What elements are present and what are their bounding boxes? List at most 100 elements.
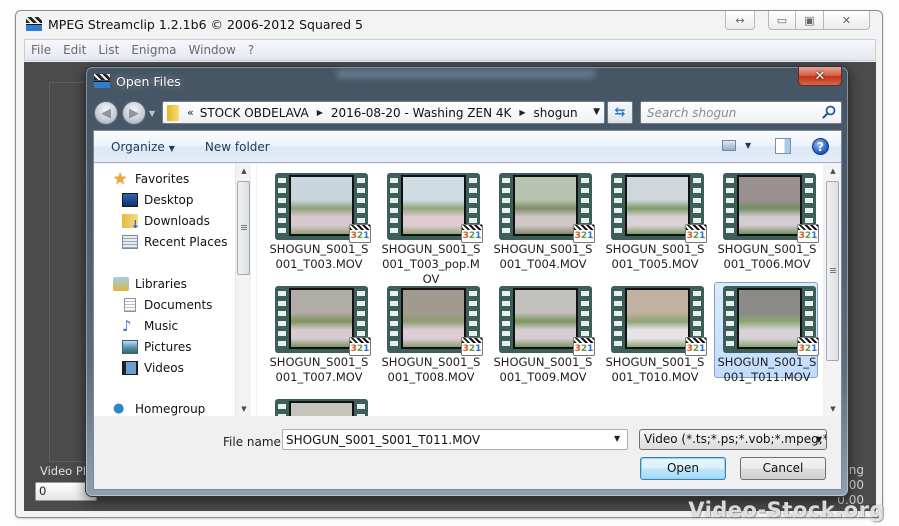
menu-file[interactable]: File — [31, 43, 51, 57]
menu-window[interactable]: Window — [189, 43, 236, 57]
nav-label: Music — [144, 319, 179, 333]
homegroup-icon: ● — [113, 401, 125, 416]
file-item[interactable]: 321 SHOGUN_S001_S001_T010.MOV — [602, 282, 707, 384]
nav-label: Videos — [144, 361, 184, 375]
nav-documents[interactable]: Documents — [122, 298, 212, 312]
breadcrumb-washing-zen[interactable]: 2016-08-20 - Washing ZEN 4K — [331, 106, 511, 120]
nav-label: Pictures — [144, 340, 192, 354]
close-button[interactable]: ✕ — [824, 11, 870, 30]
file-item[interactable]: 321SHOGUN_S001_S001_T012.MOV — [266, 395, 370, 416]
badge-digit: 1 — [475, 231, 482, 241]
breadcrumb-shogun[interactable]: shogun — [534, 106, 578, 120]
refresh-button[interactable]: ⇆ — [607, 101, 633, 124]
file-item[interactable]: 321 SHOGUN_S001_S001_T011.MOV — [714, 282, 819, 384]
file-item[interactable]: 321 SHOGUN_S001_S001_T003.MOV — [266, 169, 371, 271]
video-thumbnail-icon: 321 — [499, 286, 595, 356]
media-player-badge-icon: 321 — [349, 337, 371, 356]
search-box[interactable] — [640, 101, 842, 124]
menu-help[interactable]: ? — [248, 43, 254, 57]
file-name-dropdown-icon[interactable]: ▼ — [614, 434, 620, 443]
menu-enigma[interactable]: Enigma — [131, 43, 176, 57]
file-list-scrollbar[interactable]: ▲ ▼ — [825, 164, 841, 416]
open-button[interactable]: Open — [640, 457, 726, 480]
film-strip-holes — [726, 178, 734, 235]
nav-downloads[interactable]: Downloads — [122, 214, 210, 231]
media-player-badge-icon: 321 — [685, 224, 707, 243]
badge-digit: 1 — [811, 344, 818, 354]
file-item[interactable]: 321 SHOGUN_S001_S001_T004.MOV — [490, 169, 595, 271]
chevron-down-icon: ▼ — [168, 143, 175, 153]
address-dropdown-icon[interactable]: ▼ — [593, 107, 600, 117]
file-item[interactable]: 321 SHOGUN_S001_S001_T009.MOV — [490, 282, 595, 384]
watermark: Video-Stock.org — [688, 498, 885, 522]
search-input[interactable] — [647, 105, 807, 120]
file-item[interactable]: 321 SHOGUN_S001_S001_T003_pop.MOV — [378, 169, 483, 286]
file-item[interactable]: 321 SHOGUN_S001_S001_T006.MOV — [714, 169, 819, 271]
menu-bar: File Edit List Enigma Window ? — [24, 39, 876, 61]
nav-music[interactable]: ♪ Music — [122, 319, 179, 334]
change-view-icon[interactable] — [722, 140, 736, 151]
file-item[interactable]: 321 SHOGUN_S001_S001_T005.MOV — [602, 169, 707, 271]
nav-recent-places[interactable]: Recent Places — [122, 235, 227, 249]
resize-icon[interactable]: ↔ — [725, 11, 755, 30]
nav-videos[interactable]: Videos — [122, 361, 184, 375]
new-folder-button[interactable]: New folder — [205, 140, 270, 154]
media-player-badge-icon: 321 — [685, 337, 707, 356]
preview-pane-icon[interactable] — [775, 138, 791, 154]
breadcrumb-overflow[interactable]: « — [187, 106, 194, 119]
video-frame — [289, 175, 354, 236]
address-bar[interactable]: « STOCK OBDELAVA ▶ 2016-08-20 - Washing … — [162, 101, 605, 124]
breadcrumb-separator-icon[interactable]: ▶ — [519, 108, 525, 117]
breadcrumb-stock-obdelava[interactable]: STOCK OBDELAVA — [200, 106, 309, 120]
film-strip-holes — [278, 291, 286, 348]
scroll-down-icon[interactable]: ▼ — [236, 402, 252, 416]
scroll-up-icon[interactable]: ▲ — [825, 164, 841, 178]
scroll-up-icon[interactable]: ▲ — [236, 164, 252, 178]
video-frame — [625, 288, 690, 349]
nav-favorites[interactable]: ★ Favorites — [113, 171, 189, 187]
file-name: SHOGUN_S001_S001_T009.MOV — [493, 355, 593, 384]
dialog-title-bar[interactable]: Open Files — [86, 67, 848, 95]
breadcrumb-separator-icon[interactable]: ▶ — [317, 108, 323, 117]
minimize-button[interactable]: ▭ — [768, 11, 796, 30]
organize-button[interactable]: Organize ▼ — [111, 140, 175, 154]
menu-edit[interactable]: Edit — [63, 43, 86, 57]
file-name-input[interactable] — [282, 429, 628, 450]
dialog-close-button[interactable]: ✕ — [798, 67, 842, 86]
file-name: SHOGUN_S001_S001_T008.MOV — [381, 355, 481, 384]
file-type-filter-select[interactable]: Video (*.ts;*.ps;*.vob;*.mpeg;*.m ▼ — [639, 429, 827, 450]
scroll-down-icon[interactable]: ▼ — [825, 402, 841, 416]
media-player-badge-icon: 321 — [461, 337, 483, 356]
forward-button[interactable]: ▶ — [122, 101, 146, 125]
film-strip-holes — [726, 291, 734, 348]
video-thumbnail-icon: 321 — [275, 286, 371, 356]
scrollbar-thumb[interactable] — [237, 181, 250, 275]
file-item[interactable]: 321 SHOGUN_S001_S001_T008.MOV — [378, 282, 483, 384]
nav-libraries[interactable]: Libraries — [113, 277, 187, 291]
organize-label: Organize — [111, 139, 165, 154]
help-icon[interactable]: ? — [812, 138, 829, 155]
badge-digit: 1 — [475, 344, 482, 354]
search-icon[interactable] — [822, 105, 836, 119]
file-item[interactable]: 321 SHOGUN_S001_S001_T007.MOV — [266, 282, 371, 384]
nav-pictures[interactable]: Pictures — [122, 340, 192, 354]
cancel-button[interactable]: Cancel — [740, 457, 826, 480]
open-files-dialog: Open Files ✕ ◀ ▶ ▼ « STOCK OBDELAVA ▶ 20… — [85, 66, 849, 497]
app-title: MPEG Streamclip 1.2.1b6 © 2006-2012 Squa… — [48, 16, 363, 32]
view-options-dropdown-icon[interactable]: ▼ — [745, 141, 751, 150]
navigation-scrollbar[interactable]: ▲ ▼ — [235, 164, 251, 416]
downloads-icon — [122, 214, 140, 231]
nav-homegroup[interactable]: ● Homegroup — [113, 401, 205, 417]
media-player-badge-icon: 321 — [461, 224, 483, 243]
video-thumbnail-icon: 321 — [275, 399, 368, 416]
nav-label: Recent Places — [144, 235, 228, 249]
back-arrow-icon: ◀ — [101, 105, 111, 121]
file-type-filter-value: Video (*.ts;*.ps;*.vob;*.mpeg;*.m — [644, 432, 827, 446]
scrollbar-thumb[interactable] — [826, 181, 839, 361]
menu-list[interactable]: List — [98, 43, 119, 57]
nav-desktop[interactable]: Desktop — [122, 193, 194, 207]
maximize-button[interactable]: ▣ — [796, 11, 824, 30]
back-button[interactable]: ◀ — [94, 101, 118, 125]
recent-locations-dropdown[interactable]: ▼ — [149, 109, 155, 118]
file-name: SHOGUN_S001_S001_T006.MOV — [717, 242, 817, 271]
